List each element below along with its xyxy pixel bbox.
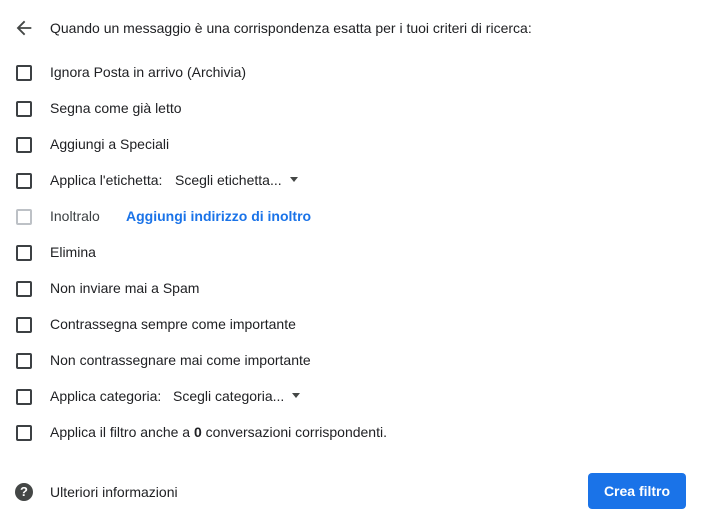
- apply-existing-prefix: Applica il filtro anche a: [50, 424, 191, 440]
- option-apply-category[interactable]: Applica categoria: Scegli categoria...: [0, 384, 701, 408]
- option-forward: Inoltralo Aggiungi indirizzo di inoltro: [0, 204, 701, 228]
- forward-label: Inoltralo: [50, 208, 100, 224]
- always-important-label[interactable]: Contrassegna sempre come importante: [50, 315, 296, 333]
- star-checkbox[interactable]: [16, 137, 32, 153]
- option-always-important[interactable]: Contrassegna sempre come importante: [0, 312, 701, 336]
- option-never-important[interactable]: Non contrassegnare mai come importante: [0, 348, 701, 372]
- option-mark-read[interactable]: Segna come già letto: [0, 96, 701, 120]
- apply-category-label[interactable]: Applica categoria:: [50, 387, 161, 405]
- never-important-checkbox[interactable]: [16, 353, 32, 369]
- apply-label-label[interactable]: Applica l'etichetta:: [50, 171, 162, 189]
- category-select-value: Scegli categoria...: [173, 388, 285, 404]
- apply-existing-suffix: conversazioni corrispondenti.: [205, 424, 387, 440]
- option-star[interactable]: Aggiungi a Speciali: [0, 132, 701, 156]
- delete-label[interactable]: Elimina: [50, 243, 96, 261]
- add-forwarding-address-link[interactable]: Aggiungi indirizzo di inoltro: [126, 207, 311, 225]
- never-spam-label[interactable]: Non inviare mai a Spam: [50, 279, 199, 297]
- skip-inbox-checkbox[interactable]: [16, 65, 32, 81]
- never-important-label[interactable]: Non contrassegnare mai come importante: [50, 351, 311, 369]
- create-filter-button[interactable]: Crea filtro: [588, 473, 686, 509]
- learn-more-link[interactable]: Ulteriori informazioni: [50, 483, 178, 501]
- dropdown-arrow-icon: [292, 392, 301, 398]
- dropdown-arrow-icon: [289, 176, 298, 182]
- option-never-spam[interactable]: Non inviare mai a Spam: [0, 276, 701, 300]
- option-apply-existing[interactable]: Applica il filtro anche a 0 conversazion…: [0, 420, 701, 444]
- apply-existing-checkbox[interactable]: [16, 425, 32, 441]
- option-skip-inbox[interactable]: Ignora Posta in arrivo (Archivia): [0, 60, 701, 84]
- label-select-value: Scegli etichetta...: [175, 172, 282, 188]
- help-icon[interactable]: ?: [15, 483, 33, 501]
- arrow-back-icon[interactable]: [13, 17, 35, 39]
- category-select[interactable]: Scegli categoria...: [173, 387, 301, 405]
- option-apply-label[interactable]: Applica l'etichetta: Scegli etichetta...: [0, 168, 701, 192]
- never-spam-checkbox[interactable]: [16, 281, 32, 297]
- criteria-description: Quando un messaggio è una corrispondenza…: [50, 20, 532, 36]
- label-select[interactable]: Scegli etichetta...: [175, 171, 298, 189]
- matching-count: 0: [193, 424, 202, 440]
- mark-read-label[interactable]: Segna come già letto: [50, 99, 182, 117]
- filter-actions-header: Quando un messaggio è una corrispondenza…: [0, 0, 701, 56]
- skip-inbox-label[interactable]: Ignora Posta in arrivo (Archivia): [50, 63, 246, 81]
- apply-existing-label[interactable]: Applica il filtro anche a 0 conversazion…: [50, 423, 387, 441]
- option-delete[interactable]: Elimina: [0, 240, 701, 264]
- star-label[interactable]: Aggiungi a Speciali: [50, 135, 169, 153]
- always-important-checkbox[interactable]: [16, 317, 32, 333]
- forward-checkbox: [16, 209, 32, 225]
- delete-checkbox[interactable]: [16, 245, 32, 261]
- apply-category-checkbox[interactable]: [16, 389, 32, 405]
- apply-label-checkbox[interactable]: [16, 173, 32, 189]
- mark-read-checkbox[interactable]: [16, 101, 32, 117]
